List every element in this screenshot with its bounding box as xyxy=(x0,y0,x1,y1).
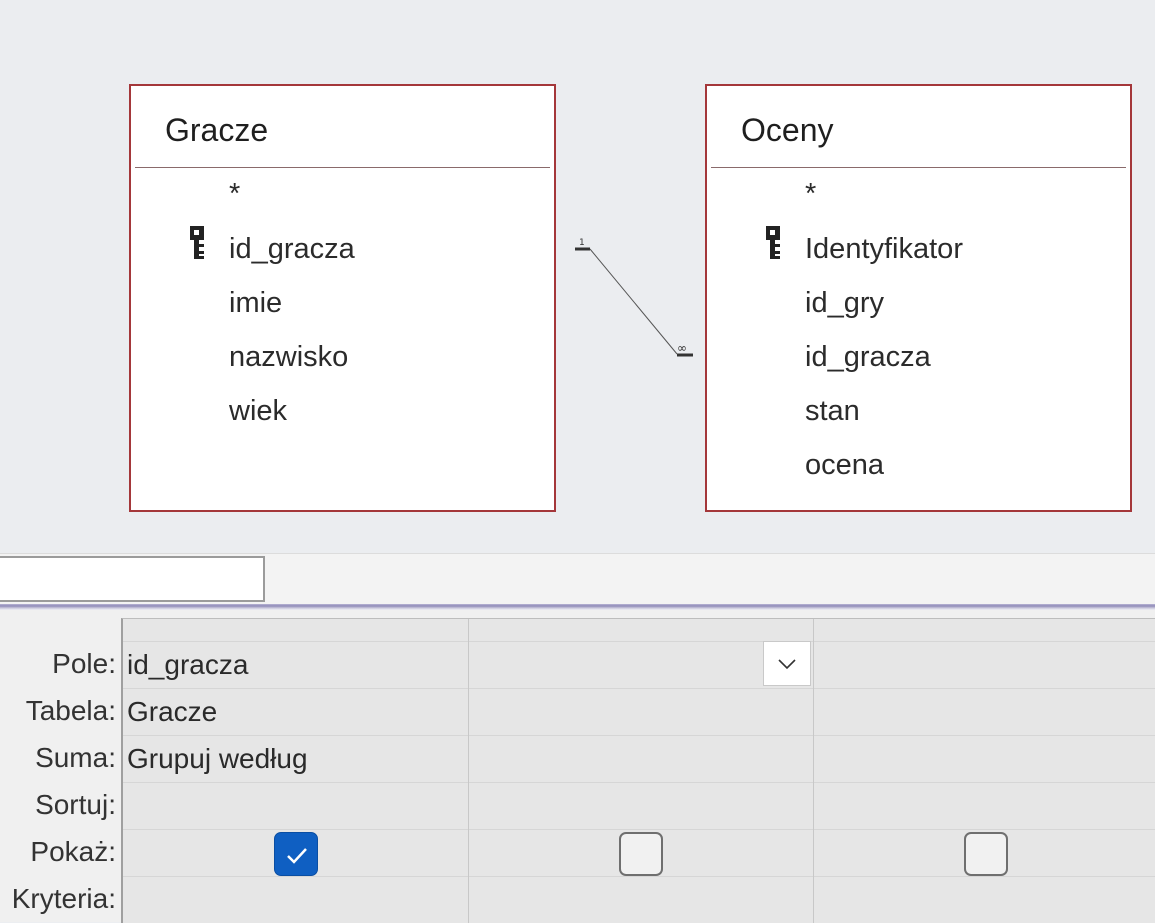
cell-tabela-1[interactable]: Gracze xyxy=(127,696,217,728)
row-label-tabela: Tabela: xyxy=(25,695,116,726)
cell-pole-3[interactable] xyxy=(818,649,1148,685)
row-label-pokaz: Pokaż: xyxy=(30,836,116,867)
cell-suma-3[interactable] xyxy=(818,743,1148,779)
chevron-down-icon xyxy=(778,659,796,670)
row-label-kryteria: Kryteria: xyxy=(11,883,116,914)
query-grid-area: Pole: Tabela: Suma: Sortuj: Pokaż: Kryte… xyxy=(0,610,1155,923)
query-design-area: Gracze * id_gracza imie nazwisko wiek Oc… xyxy=(0,0,1155,553)
cell-tabela-2[interactable] xyxy=(473,696,803,732)
field-dropdown-button[interactable] xyxy=(763,641,811,686)
cell-kryteria-3[interactable] xyxy=(818,884,1148,920)
cell-pole-2[interactable] xyxy=(473,649,763,685)
cell-tabela-3[interactable] xyxy=(818,696,1148,732)
show-checkbox-3[interactable] xyxy=(964,832,1008,876)
row-label-pole: Pole: xyxy=(52,648,116,679)
cell-kryteria-2[interactable] xyxy=(473,884,803,920)
relationship-many-label: ∞ xyxy=(677,341,687,355)
show-checkbox-1[interactable] xyxy=(274,832,318,876)
relationship-line[interactable]: 1 ∞ xyxy=(0,0,1155,553)
row-label-sortuj: Sortuj: xyxy=(35,789,116,820)
cell-pole-1[interactable]: id_gracza xyxy=(127,649,248,681)
show-checkbox-2[interactable] xyxy=(619,832,663,876)
row-label-suma: Suma: xyxy=(35,742,116,773)
cell-suma-2[interactable] xyxy=(473,743,803,779)
cell-sortuj-2[interactable] xyxy=(473,790,803,826)
cell-sortuj-3[interactable] xyxy=(818,790,1148,826)
relationship-one-label: 1 xyxy=(579,238,585,248)
horizontal-scroll-area xyxy=(0,553,1155,606)
checkmark-icon xyxy=(287,848,307,864)
scrollbar-thumb[interactable] xyxy=(0,556,265,602)
cell-suma-1[interactable]: Grupuj według xyxy=(127,743,308,775)
query-design-grid: id_gracza Gracze Grupuj według xyxy=(121,618,1155,923)
cell-kryteria-1[interactable] xyxy=(127,884,467,920)
